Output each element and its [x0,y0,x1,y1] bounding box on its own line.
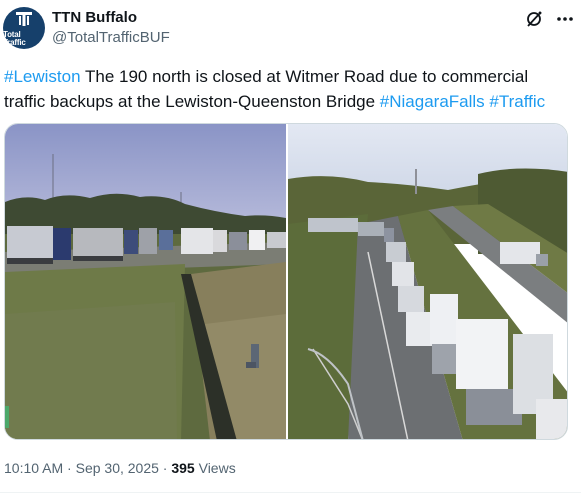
tweet-text: #Lewiston The 190 north is closed at Wit… [4,64,564,114]
tweet-card[interactable]: Total Traffic TTN Buffalo @TotalTrafficB… [0,0,581,495]
handle[interactable]: @TotalTrafficBUF [52,29,170,47]
tweet-meta: 10:10 AM · Sep 30, 2025 · 395 Views [4,458,236,478]
grok-icon[interactable] [525,10,543,28]
avatar-logo-text: Total Traffic [3,29,26,47]
tweet-date[interactable]: Sep 30, 2025 [76,460,159,476]
traffic-logo-icon [16,11,32,26]
hashtag-niagarafalls[interactable]: #NiagaraFalls [380,92,485,111]
divider [0,492,581,493]
tweet-time[interactable]: 10:10 AM [4,460,63,476]
traffic-camera-image-right[interactable] [288,124,567,439]
media-grid[interactable] [4,123,568,440]
views-count[interactable]: 395 [171,460,194,476]
hashtag-lewiston[interactable]: #Lewiston [4,67,81,86]
more-icon[interactable] [555,9,575,29]
traffic-camera-image-left[interactable] [5,124,286,439]
views-label[interactable]: Views [195,460,236,476]
meta-separator: · [158,460,172,476]
meta-separator: · [63,460,76,476]
hashtag-traffic[interactable]: #Traffic [489,92,545,111]
avatar[interactable]: Total Traffic [3,7,45,49]
display-name[interactable]: TTN Buffalo [52,9,137,27]
